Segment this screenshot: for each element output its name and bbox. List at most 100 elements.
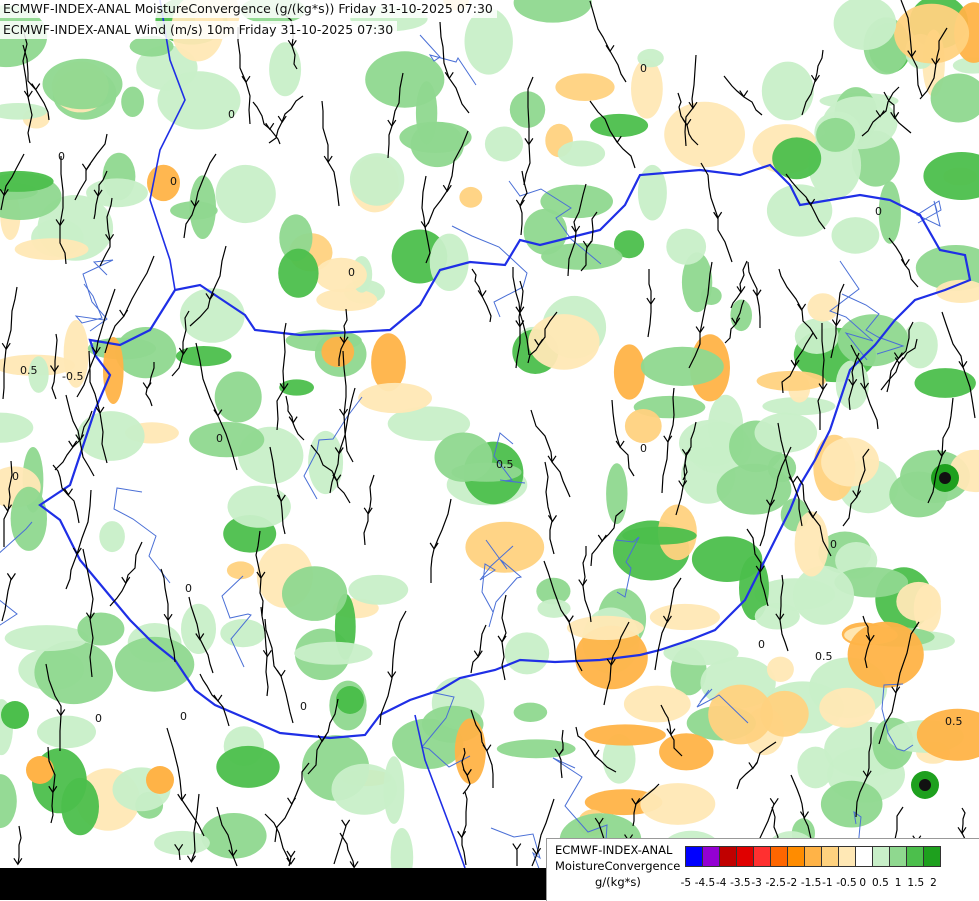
legend-swatch [924, 846, 941, 867]
contour-label: 0 [300, 700, 307, 713]
legend-tick: -2.5 [765, 877, 786, 889]
convergence-patch [831, 217, 880, 254]
convergence-patch [816, 117, 856, 152]
contour-label: 0 [830, 538, 837, 551]
contour-label: 0 [228, 108, 235, 121]
legend-tick: -4.5 [694, 877, 716, 889]
convergence-patch [348, 574, 409, 605]
convergence-core [1, 701, 29, 729]
map-canvas[interactable]: 00000.500000.500000.5000-0.50.5 [0, 0, 979, 900]
legend-swatch [907, 846, 924, 867]
map-title-wind: ECMWF-INDEX-ANAL Wind (m/s) 10m Friday 3… [0, 21, 398, 39]
divergence-patch [623, 685, 691, 723]
legend-tick: -1 [822, 877, 833, 889]
legend-swatch [703, 846, 720, 867]
divergence-patch [315, 257, 367, 293]
convergence-core [26, 756, 54, 784]
divergence-patch [371, 333, 406, 392]
convergence-patch [220, 619, 266, 648]
convergence-core-center [919, 779, 931, 791]
legend-swatch [720, 846, 737, 867]
divergence-patch [584, 724, 666, 746]
convergence-patch [331, 763, 397, 815]
divergence-patch [659, 733, 714, 771]
convergence-patch [294, 641, 373, 665]
legend-tick: -5 [680, 877, 692, 889]
convergence-patch [216, 745, 280, 788]
legend-swatch [788, 846, 805, 867]
convergence-patch [537, 599, 571, 618]
divergence-patch [640, 783, 716, 825]
divergence-patch [821, 437, 880, 487]
divergence-patch [896, 581, 941, 622]
contour-label: 0 [180, 710, 187, 723]
divergence-patch [664, 101, 745, 168]
legend-swatch [754, 846, 771, 867]
convergence-patch [794, 318, 839, 354]
divergence-patch [316, 288, 378, 312]
divergence-patch [708, 684, 773, 745]
divergence-patch [321, 336, 355, 367]
legend-tick: 0 [859, 877, 867, 889]
contour-label: 0.5 [945, 715, 963, 728]
divergence-patch [794, 511, 829, 577]
convergence-patch [269, 42, 302, 97]
convergence-patch [189, 421, 265, 458]
convergence-patch [429, 233, 469, 291]
convergence-patch [282, 566, 348, 621]
convergence-patch [772, 137, 822, 180]
legend-tick: -1.5 [800, 877, 822, 889]
convergence-patch [767, 453, 797, 483]
divergence-patch [766, 656, 794, 682]
divergence-patch [613, 344, 645, 400]
convergence-core [146, 766, 174, 794]
divergence-patch [555, 73, 615, 101]
convergence-patch [121, 86, 144, 118]
divergence-patch [358, 382, 432, 414]
convergence-patch [99, 521, 125, 553]
convergence-patch [513, 702, 548, 722]
legend-tick: 0.5 [872, 877, 889, 889]
divergence-patch [454, 718, 486, 784]
convergence-patch [691, 536, 763, 582]
contour-label: 0 [12, 470, 19, 483]
legend-tick: -3.5 [730, 877, 751, 889]
legend-swatch [805, 846, 822, 867]
legend-tick: 1 [894, 877, 902, 889]
color-legend: ECMWF-INDEX-ANAL MoistureConvergence g/(… [546, 838, 979, 901]
legend-source-label: ECMWF-INDEX-ANAL [555, 843, 673, 857]
convergence-patch [754, 412, 818, 453]
legend-tick-labels: -5 -4.5 -4 -3.5 -3 -2.5 -2 -1.5 -1 -0.5 0 0.5 1 1.5 2 [677, 877, 942, 889]
contour-label: 0 [95, 712, 102, 725]
contour-label: 0 [348, 266, 355, 279]
map-title-moisture-convergence: ECMWF-INDEX-ANAL MoistureConvergence (g/… [0, 0, 497, 18]
convergence-patch [878, 181, 901, 244]
convergence-patch [541, 243, 623, 270]
legend-swatch [856, 846, 873, 867]
contour-label: 0 [640, 62, 647, 75]
convergence-patch [4, 625, 89, 652]
convergence-patch [10, 486, 47, 551]
convergence-patch [557, 140, 606, 167]
legend-tick: 2 [930, 877, 937, 889]
convergence-patch [496, 739, 576, 759]
convergence-patch [666, 228, 707, 265]
contour-label: 0 [640, 442, 647, 455]
convergence-patch [61, 777, 99, 836]
contour-label: 0 [216, 432, 223, 445]
convergence-patch [914, 368, 976, 398]
legend-tick: -3 [751, 877, 762, 889]
legend-swatch [685, 846, 703, 867]
divergence-patch [459, 186, 483, 208]
legend-unit-label: g/(kg*s) [595, 875, 641, 889]
contour-label: 0.5 [20, 364, 38, 377]
bottom-bar [0, 868, 546, 900]
legend-tick: -2 [786, 877, 798, 889]
convergence-patch [77, 612, 125, 646]
legend-swatch [839, 846, 856, 867]
divergence-patch [14, 238, 89, 261]
convergence-patch [797, 746, 834, 789]
convergence-patch [37, 715, 96, 749]
convergence-core-center [939, 472, 951, 484]
contour-label: 0 [758, 638, 765, 651]
